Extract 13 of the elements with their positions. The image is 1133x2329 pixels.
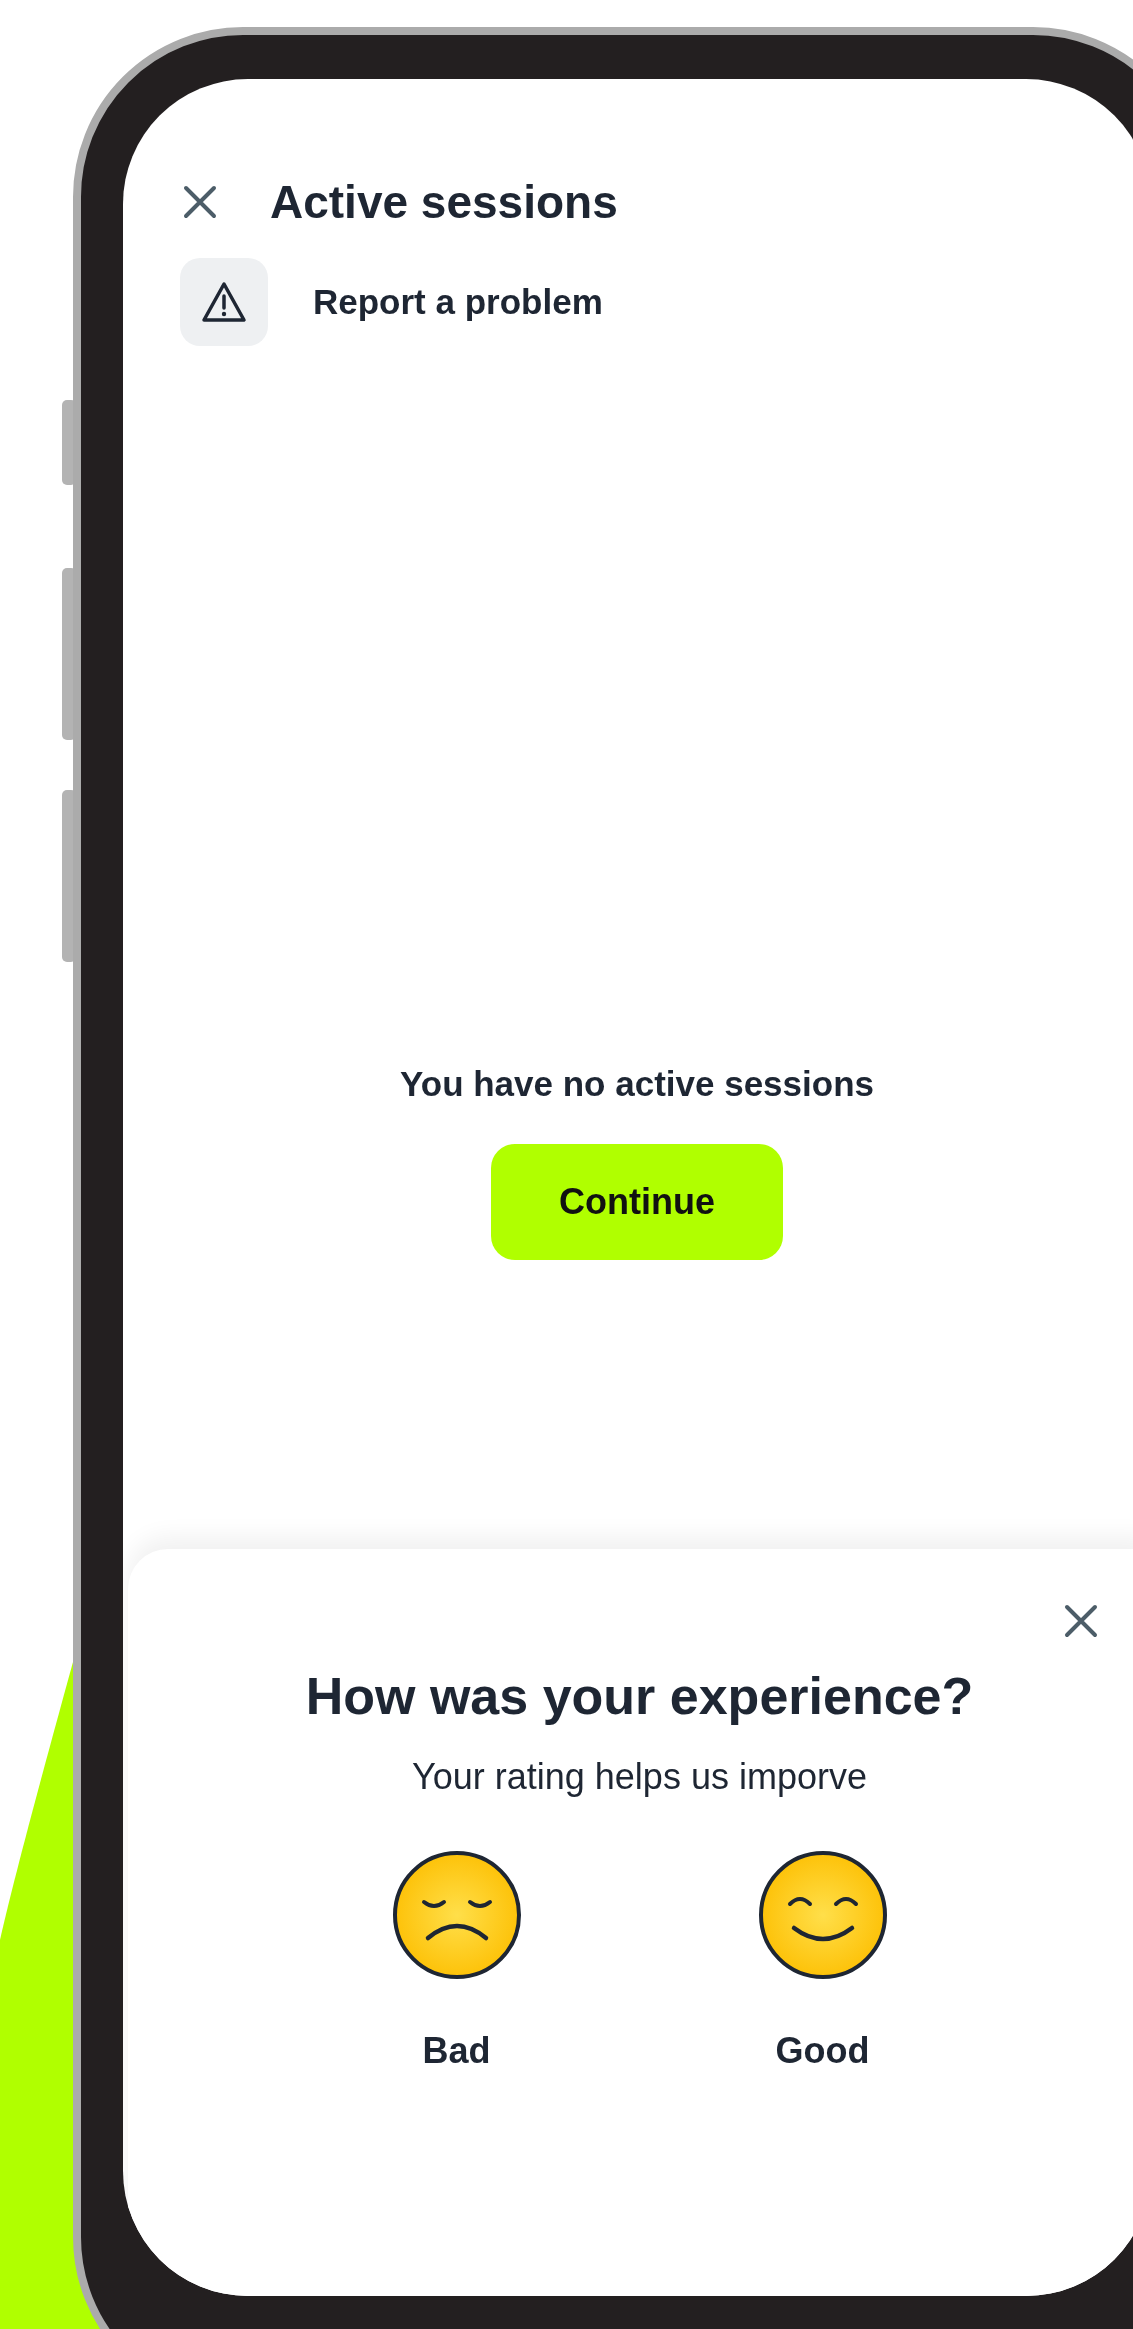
continue-button[interactable]: Continue (491, 1144, 783, 1260)
sheet-heading: How was your experience? (305, 1666, 974, 1726)
smiley-face-icon[interactable] (757, 1850, 888, 1980)
close-icon[interactable] (183, 185, 217, 219)
sheet-subtitle: Your rating helps us imporve (412, 1756, 867, 1798)
report-problem-link[interactable]: Report a problem (313, 282, 603, 322)
screen-title: Active sessions (270, 175, 618, 229)
rating-label: Bad (422, 2030, 491, 2072)
warning-icon[interactable] (180, 258, 268, 346)
empty-message: You have no active sessions (400, 1064, 874, 1104)
rating-label: Good (775, 2030, 870, 2072)
sad-face-icon[interactable] (391, 1850, 522, 1980)
close-icon[interactable] (1064, 1604, 1098, 1638)
